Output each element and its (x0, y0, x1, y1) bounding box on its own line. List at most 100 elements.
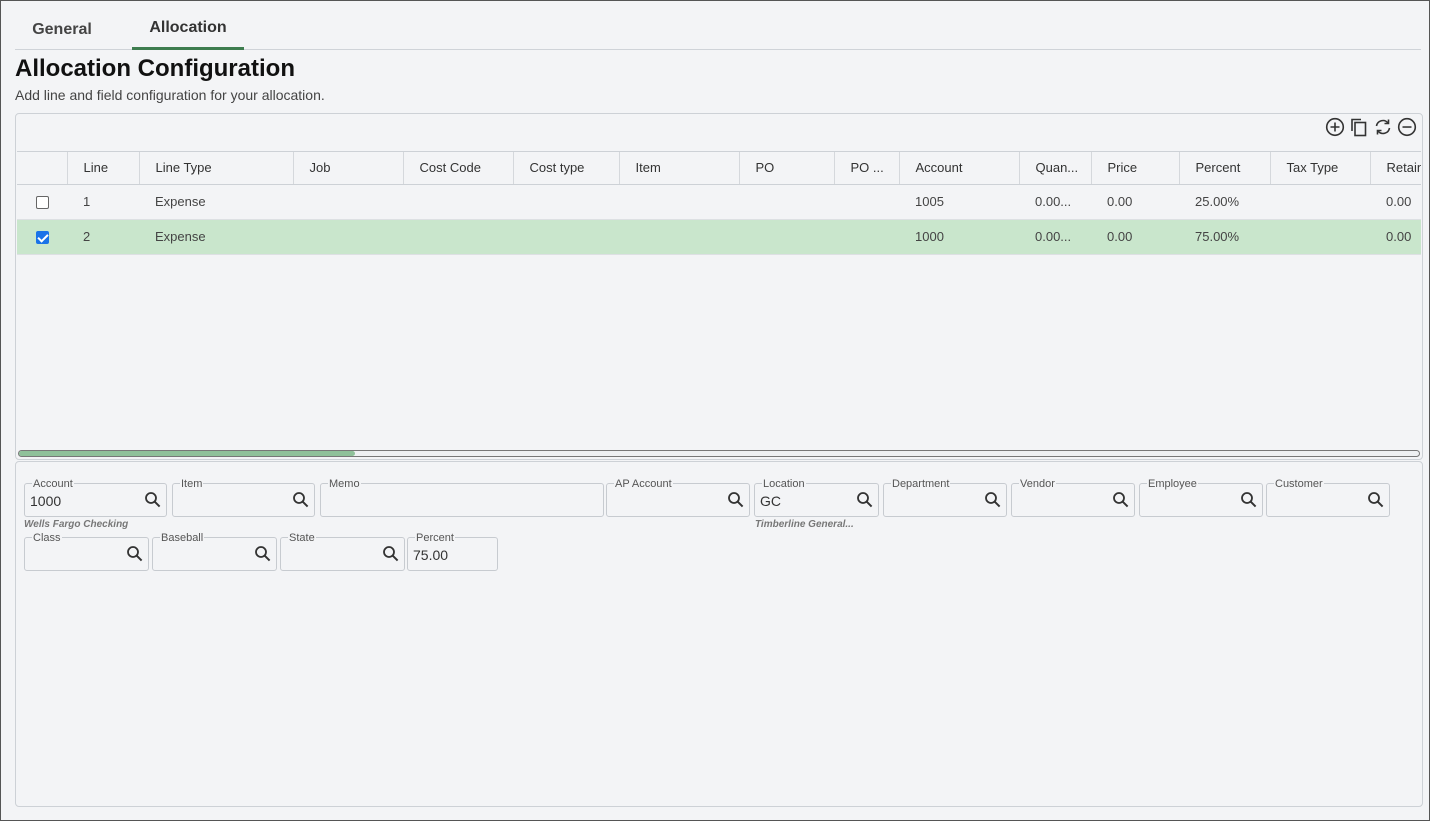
tab-general[interactable]: General (15, 11, 109, 49)
tab-bar: General Allocation (15, 11, 1421, 50)
memo-field[interactable]: Memo (320, 478, 604, 517)
state-field[interactable]: State (280, 532, 405, 571)
cell-tax-type[interactable] (1270, 184, 1370, 220)
table-row[interactable]: 2 Expense 1000 0.00... 0.00 75.00% 0.00 (17, 219, 1421, 255)
cell-cost-type[interactable] (513, 219, 619, 255)
item-label: Item (180, 478, 204, 490)
search-icon[interactable] (984, 491, 1002, 509)
account-label: Account (32, 478, 74, 490)
department-label: Department (891, 478, 951, 490)
search-icon[interactable] (727, 491, 745, 509)
search-icon[interactable] (144, 491, 162, 509)
column-header-job[interactable]: Job (293, 152, 404, 185)
grid-toolbar (1324, 116, 1418, 140)
column-header-select[interactable] (17, 152, 68, 185)
search-icon[interactable] (382, 545, 400, 563)
column-header-percent[interactable]: Percent (1179, 152, 1271, 185)
cell-po-line[interactable] (834, 184, 899, 220)
column-header-quantity[interactable]: Quan... (1019, 152, 1092, 185)
cell-quantity[interactable]: 0.00... (1019, 184, 1091, 220)
item-field[interactable]: Item (172, 478, 315, 517)
allocation-grid-panel: Line Line Type Job Cost Code Cost type I… (15, 113, 1423, 460)
account-field[interactable]: Account 1000 (24, 478, 167, 517)
cell-quantity[interactable]: 0.00... (1019, 219, 1091, 255)
cell-cost-code[interactable] (403, 184, 513, 220)
search-icon[interactable] (856, 491, 874, 509)
cell-account[interactable]: 1005 (899, 184, 1019, 220)
row-checkbox[interactable] (35, 231, 49, 245)
search-icon[interactable] (254, 545, 272, 563)
cell-po[interactable] (739, 219, 834, 255)
row-checkbox-cell (17, 219, 67, 255)
cell-tax-type[interactable] (1270, 219, 1370, 255)
column-header-price[interactable]: Price (1091, 152, 1180, 185)
column-header-line-type[interactable]: Line Type (139, 152, 294, 185)
cell-item[interactable] (619, 184, 739, 220)
search-icon[interactable] (292, 491, 310, 509)
cell-line[interactable]: 2 (67, 219, 139, 255)
cell-line-type[interactable]: Expense (139, 219, 293, 255)
ap-account-field[interactable]: AP Account (606, 478, 750, 517)
account-hint: Wells Fargo Checking (24, 519, 129, 530)
ap-account-label: AP Account (614, 478, 673, 490)
state-label: State (288, 532, 316, 544)
app-window: General Allocation Allocation Configurat… (0, 0, 1430, 821)
cell-item[interactable] (619, 219, 739, 255)
column-header-account[interactable]: Account (899, 152, 1020, 185)
search-icon[interactable] (1112, 491, 1130, 509)
cell-retain[interactable]: 0.00 (1370, 219, 1421, 255)
cell-job[interactable] (293, 184, 403, 220)
vendor-field[interactable]: Vendor (1011, 478, 1135, 517)
search-icon[interactable] (1367, 491, 1385, 509)
row-checkbox-cell (17, 184, 67, 220)
customer-label: Customer (1274, 478, 1324, 490)
cell-cost-type[interactable] (513, 184, 619, 220)
employee-field[interactable]: Employee (1139, 478, 1263, 517)
row-checkbox[interactable] (35, 196, 49, 210)
table-header-row: Line Line Type Job Cost Code Cost type I… (17, 152, 1421, 185)
cell-cost-code[interactable] (403, 219, 513, 255)
line-detail-panel: Account 1000 Wells Fargo Checking Item M… (15, 461, 1423, 807)
cell-job[interactable] (293, 219, 403, 255)
add-circle-icon[interactable] (1324, 116, 1346, 138)
cell-percent[interactable]: 75.00% (1179, 219, 1270, 255)
column-header-po[interactable]: PO (739, 152, 835, 185)
employee-label: Employee (1147, 478, 1198, 490)
percent-label: Percent (415, 532, 455, 544)
column-header-item[interactable]: Item (619, 152, 740, 185)
cell-line[interactable]: 1 (67, 184, 139, 220)
column-header-tax-type[interactable]: Tax Type (1270, 152, 1371, 185)
cell-percent[interactable]: 25.00% (1179, 184, 1270, 220)
search-icon[interactable] (1240, 491, 1258, 509)
cell-account[interactable]: 1000 (899, 219, 1019, 255)
search-icon[interactable] (126, 545, 144, 563)
column-header-cost-type[interactable]: Cost type (513, 152, 620, 185)
location-field[interactable]: Location GC (754, 478, 879, 517)
account-value[interactable]: 1000 (30, 493, 61, 509)
column-header-retain[interactable]: Retain (1370, 152, 1421, 185)
class-field[interactable]: Class (24, 532, 149, 571)
cell-retain[interactable]: 0.00 (1370, 184, 1421, 220)
vendor-label: Vendor (1019, 478, 1056, 490)
cell-price[interactable]: 0.00 (1091, 184, 1179, 220)
location-value[interactable]: GC (760, 493, 781, 509)
table-row[interactable]: 1 Expense 1005 0.00... 0.00 25.00% 0.00 (17, 184, 1421, 220)
tab-allocation[interactable]: Allocation (132, 11, 244, 50)
copy-icon[interactable] (1348, 116, 1370, 138)
baseball-field[interactable]: Baseball (152, 532, 277, 571)
scrollbar-thumb[interactable] (19, 451, 355, 456)
department-field[interactable]: Department (883, 478, 1007, 517)
cell-price[interactable]: 0.00 (1091, 219, 1179, 255)
customer-field[interactable]: Customer (1266, 478, 1390, 517)
cell-po[interactable] (739, 184, 834, 220)
cell-line-type[interactable]: Expense (139, 184, 293, 220)
percent-field[interactable]: Percent 75.00 (407, 532, 498, 571)
refresh-icon[interactable] (1372, 116, 1394, 138)
percent-value[interactable]: 75.00 (413, 547, 448, 563)
cell-po-line[interactable] (834, 219, 899, 255)
column-header-cost-code[interactable]: Cost Code (403, 152, 514, 185)
remove-circle-icon[interactable] (1396, 116, 1418, 138)
column-header-po-line[interactable]: PO ... (834, 152, 900, 185)
horizontal-scrollbar[interactable] (18, 450, 1420, 457)
column-header-line[interactable]: Line (67, 152, 140, 185)
